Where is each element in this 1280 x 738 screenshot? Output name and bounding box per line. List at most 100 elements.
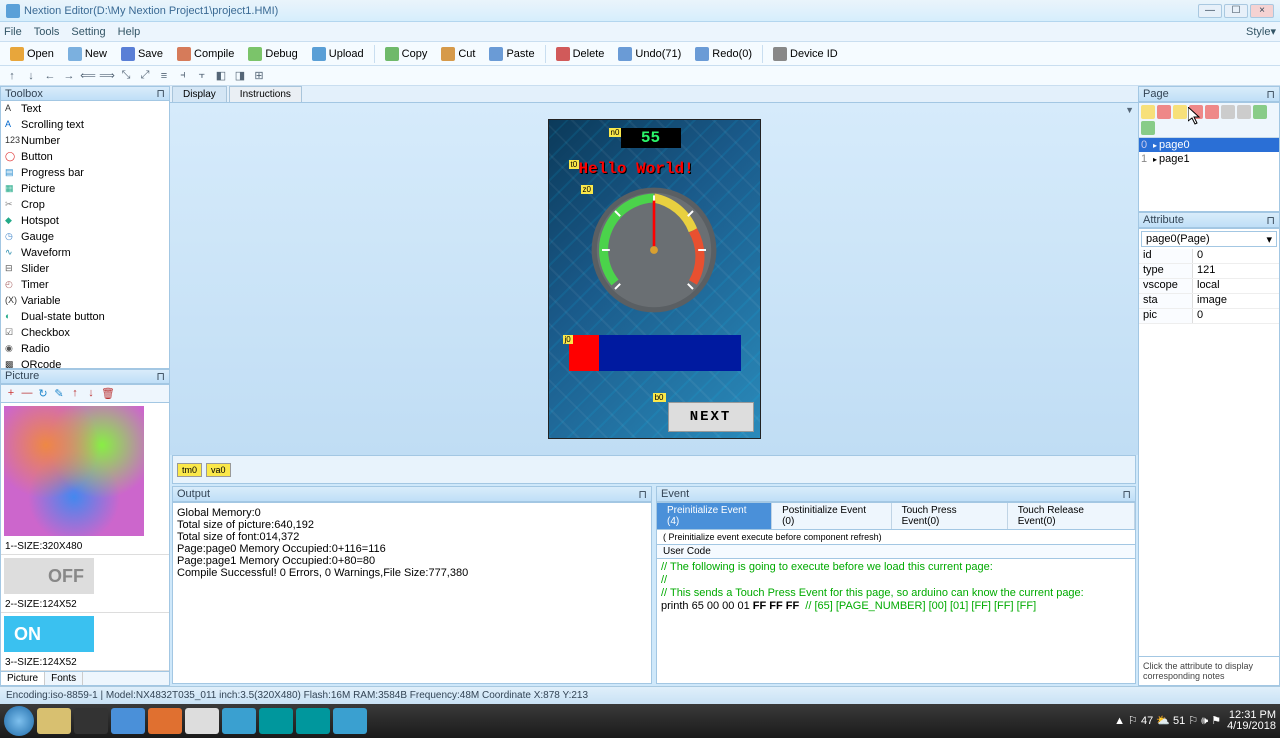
align-btn-11[interactable]: ◧ <box>213 68 229 84</box>
toolbox-progress-bar[interactable]: ▤Progress bar <box>1 165 169 181</box>
event-tab[interactable]: Touch Press Event(0) <box>892 503 1008 529</box>
attribute-table[interactable]: id0type121vscopelocalstaimagepic0 <box>1139 249 1279 324</box>
task-nextion[interactable] <box>333 708 367 734</box>
toolbar-open[interactable]: Open <box>4 44 60 64</box>
picture-item[interactable]: OFF2--SIZE:124X52 <box>1 558 169 613</box>
picture-item[interactable]: 1--SIZE:320X480 <box>1 406 169 555</box>
page-insert-icon[interactable] <box>1173 105 1187 119</box>
page-paste-icon[interactable] <box>1237 105 1251 119</box>
picture-list[interactable]: 1--SIZE:320X480OFF2--SIZE:124X52ON3--SIZ… <box>0 403 170 672</box>
toolbar-upload[interactable]: Upload <box>306 44 370 64</box>
page-copy-icon[interactable] <box>1221 105 1235 119</box>
task-app1[interactable] <box>74 708 108 734</box>
picbar-0[interactable]: + <box>5 387 17 400</box>
toolbox-slider[interactable]: ⊟Slider <box>1 261 169 277</box>
page-item-page1[interactable]: 1▸page1 <box>1139 152 1279 166</box>
toolbar-delete[interactable]: Delete <box>550 44 611 64</box>
picbar-6[interactable]: 🗑 <box>101 387 113 400</box>
start-button[interactable] <box>4 706 34 736</box>
attr-pic[interactable]: pic0 <box>1139 309 1279 324</box>
toolbox-crop[interactable]: ✂Crop <box>1 197 169 213</box>
tab-fonts[interactable]: Fonts <box>45 672 83 685</box>
toolbox-gauge[interactable]: ◷Gauge <box>1 229 169 245</box>
toolbox-timer[interactable]: ◴Timer <box>1 277 169 293</box>
page-down-icon[interactable] <box>1205 105 1219 119</box>
close-button[interactable]: × <box>1250 4 1274 18</box>
toolbar-copy[interactable]: Copy <box>379 44 434 64</box>
text-component[interactable]: Hello World! <box>579 160 694 178</box>
toolbox-text[interactable]: AText <box>1 101 169 117</box>
number-component[interactable]: 55 <box>621 128 681 148</box>
tab-display[interactable]: Display <box>172 86 227 102</box>
align-btn-2[interactable]: ← <box>42 68 58 84</box>
picbar-3[interactable]: ✎ <box>53 387 65 400</box>
picbar-2[interactable]: ↻ <box>37 387 49 400</box>
attr-id[interactable]: id0 <box>1139 249 1279 264</box>
var-tm0[interactable]: tm0 <box>177 463 202 477</box>
toolbar-save[interactable]: Save <box>115 44 169 64</box>
align-btn-7[interactable]: ⤢ <box>137 68 153 84</box>
align-btn-6[interactable]: ⤡ <box>118 68 134 84</box>
menu-setting[interactable]: Setting <box>71 26 105 38</box>
toolbar-paste[interactable]: Paste <box>483 44 540 64</box>
page-export-icon[interactable] <box>1253 105 1267 119</box>
toolbar-deviceid[interactable]: Device ID <box>767 44 844 64</box>
event-tab[interactable]: Touch Release Event(0) <box>1008 503 1135 529</box>
align-btn-10[interactable]: ⫟ <box>194 68 210 84</box>
attr-sta[interactable]: staimage <box>1139 294 1279 309</box>
toolbox-scrolling-text[interactable]: AScrolling text <box>1 117 169 133</box>
canvas[interactable]: n0 55 t0 Hello World! z0 <box>170 103 1138 455</box>
menu-tools[interactable]: Tools <box>34 26 60 38</box>
toolbox-waveform[interactable]: ∿Waveform <box>1 245 169 261</box>
toolbox-checkbox[interactable]: ☑Checkbox <box>1 325 169 341</box>
align-btn-1[interactable]: ↓ <box>23 68 39 84</box>
picbar-5[interactable]: ↓ <box>85 387 97 400</box>
toolbar-undo71[interactable]: Undo(71) <box>612 44 687 64</box>
minimize-button[interactable]: — <box>1198 4 1222 18</box>
var-va0[interactable]: va0 <box>206 463 231 477</box>
menu-file[interactable]: File <box>4 26 22 38</box>
toolbox-hotspot[interactable]: ◆Hotspot <box>1 213 169 229</box>
tab-instructions[interactable]: Instructions <box>229 86 302 102</box>
output-body[interactable]: Global Memory:0Total size of picture:640… <box>172 502 652 684</box>
page-add-icon[interactable] <box>1141 105 1155 119</box>
align-btn-12[interactable]: ◨ <box>232 68 248 84</box>
align-btn-0[interactable]: ↑ <box>4 68 20 84</box>
toolbox-radio[interactable]: ◉Radio <box>1 341 169 357</box>
attr-type[interactable]: type121 <box>1139 264 1279 279</box>
toolbox-picture[interactable]: ▦Picture <box>1 181 169 197</box>
align-btn-4[interactable]: ⟸ <box>80 68 96 84</box>
page-item-page0[interactable]: 0▸page0 <box>1139 138 1279 152</box>
align-btn-8[interactable]: ≡ <box>156 68 172 84</box>
attr-vscope[interactable]: vscopelocal <box>1139 279 1279 294</box>
toolbar-new[interactable]: New <box>62 44 113 64</box>
tray-icons[interactable]: ▲ ⚐ 47 ⛅ 51 ⚐ 🕪 ⚑ <box>1114 714 1221 728</box>
attribute-dropdown[interactable]: page0(Page)▾ <box>1141 231 1277 247</box>
align-btn-3[interactable]: → <box>61 68 77 84</box>
tray-clock[interactable]: 12:31 PM4/19/2018 <box>1227 710 1276 732</box>
event-code[interactable]: // The following is going to execute bef… <box>656 559 1136 684</box>
task-app2[interactable] <box>222 708 256 734</box>
picture-item[interactable]: ON3--SIZE:124X52 <box>1 616 169 671</box>
picbar-1[interactable]: — <box>21 387 33 400</box>
tab-picture[interactable]: Picture <box>1 672 45 685</box>
toolbox-dual-state-button[interactable]: ◐Dual-state button <box>1 309 169 325</box>
page-up-icon[interactable] <box>1189 105 1203 119</box>
menu-help[interactable]: Help <box>118 26 141 38</box>
toolbox-variable[interactable]: (X)Variable <box>1 293 169 309</box>
page-import-icon[interactable] <box>1141 121 1155 135</box>
toolbox-qrcode[interactable]: ▩QRcode <box>1 357 169 368</box>
page-delete-icon[interactable] <box>1157 105 1171 119</box>
device-preview[interactable]: n0 55 t0 Hello World! z0 <box>548 119 761 439</box>
toolbox-number[interactable]: 123Number <box>1 133 169 149</box>
progressbar-component[interactable] <box>569 335 741 371</box>
task-ie[interactable] <box>111 708 145 734</box>
task-arduino2[interactable] <box>296 708 330 734</box>
toolbar-debug[interactable]: Debug <box>242 44 303 64</box>
toolbox-button[interactable]: ◯Button <box>1 149 169 165</box>
align-btn-13[interactable]: ⊞ <box>251 68 267 84</box>
page-list[interactable]: 0▸page01▸page1 <box>1139 138 1279 166</box>
event-tab[interactable]: Postinitialize Event (0) <box>772 503 892 529</box>
toolbar-cut[interactable]: Cut <box>435 44 481 64</box>
task-firefox[interactable] <box>148 708 182 734</box>
